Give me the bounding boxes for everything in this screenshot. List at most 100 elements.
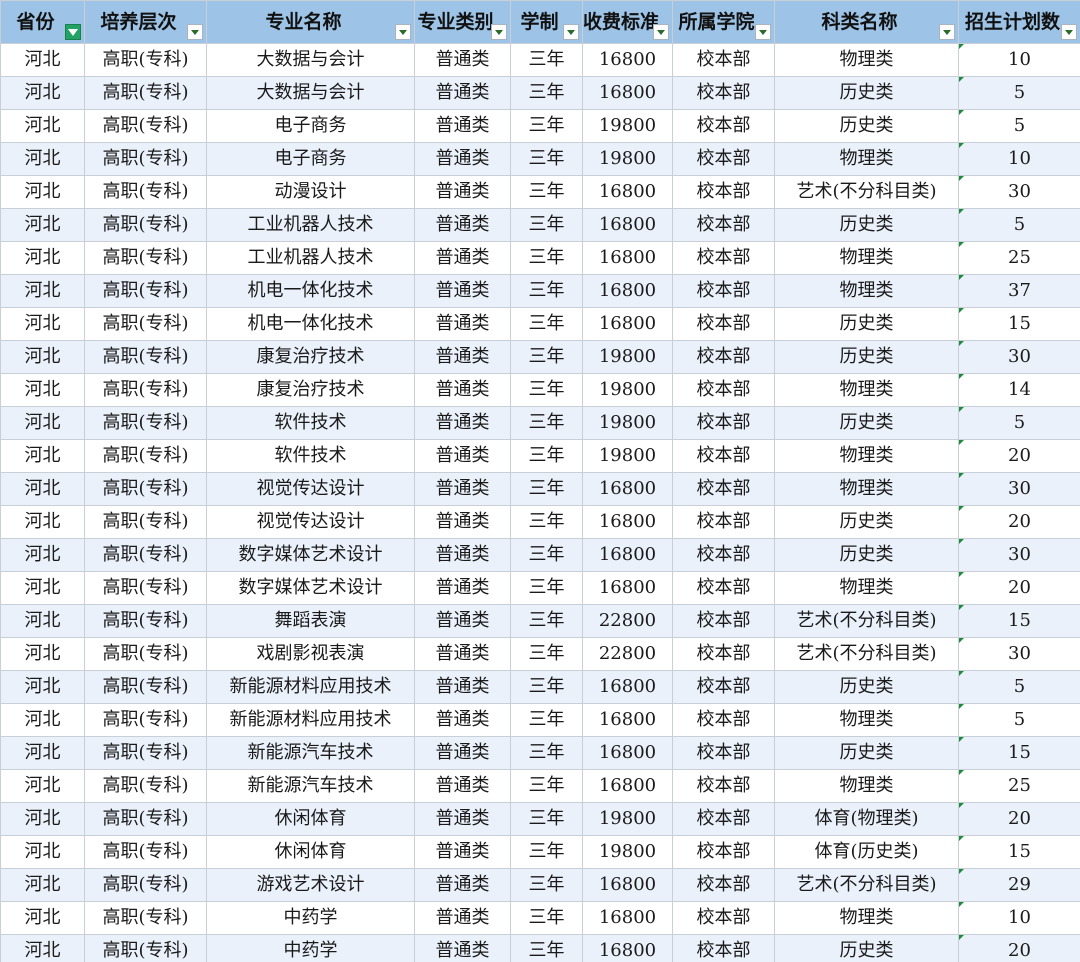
table-cell[interactable]: 校本部 (672, 175, 775, 209)
table-cell[interactable]: 20 (958, 571, 1080, 605)
table-cell[interactable]: 数字媒体艺术设计 (206, 538, 415, 572)
table-cell[interactable]: 校本部 (672, 373, 775, 407)
table-cell[interactable]: 校本部 (672, 307, 775, 341)
table-cell[interactable]: 物理类 (774, 373, 959, 407)
table-cell[interactable]: 河北 (0, 472, 85, 506)
filter-dropdown-icon[interactable] (653, 24, 669, 40)
table-cell[interactable]: 高职(专科) (84, 307, 207, 341)
table-cell[interactable]: 高职(专科) (84, 406, 207, 440)
table-cell[interactable]: 16800 (582, 670, 673, 704)
table-cell[interactable]: 16800 (582, 43, 673, 77)
table-cell[interactable]: 普通类 (414, 670, 511, 704)
table-cell[interactable]: 校本部 (672, 769, 775, 803)
table-cell[interactable]: 三年 (510, 868, 583, 902)
table-cell[interactable]: 电子商务 (206, 142, 415, 176)
table-cell[interactable]: 体育(物理类) (774, 802, 959, 836)
table-cell[interactable]: 校本部 (672, 241, 775, 275)
table-cell[interactable]: 30 (958, 472, 1080, 506)
table-cell[interactable]: 高职(专科) (84, 835, 207, 869)
table-cell[interactable]: 5 (958, 76, 1080, 110)
table-cell[interactable]: 休闲体育 (206, 802, 415, 836)
table-cell[interactable]: 普通类 (414, 571, 511, 605)
table-cell[interactable]: 16800 (582, 241, 673, 275)
table-cell[interactable]: 20 (958, 439, 1080, 473)
table-cell[interactable]: 高职(专科) (84, 934, 207, 962)
table-cell[interactable]: 普通类 (414, 934, 511, 962)
filter-dropdown-icon[interactable] (563, 24, 579, 40)
table-cell[interactable]: 普通类 (414, 208, 511, 242)
table-cell[interactable]: 30 (958, 340, 1080, 374)
table-cell[interactable]: 校本部 (672, 208, 775, 242)
table-cell[interactable]: 三年 (510, 637, 583, 671)
table-cell[interactable]: 游戏艺术设计 (206, 868, 415, 902)
column-header[interactable]: 专业名称 (206, 0, 415, 44)
table-cell[interactable]: 河北 (0, 175, 85, 209)
table-cell[interactable]: 5 (958, 406, 1080, 440)
column-header[interactable]: 培养层次 (84, 0, 207, 44)
table-cell[interactable]: 5 (958, 670, 1080, 704)
table-cell[interactable]: 历史类 (774, 505, 959, 539)
table-cell[interactable]: 河北 (0, 868, 85, 902)
table-cell[interactable]: 河北 (0, 142, 85, 176)
table-cell[interactable]: 历史类 (774, 109, 959, 143)
table-cell[interactable]: 三年 (510, 670, 583, 704)
table-cell[interactable]: 普通类 (414, 109, 511, 143)
table-cell[interactable]: 14 (958, 373, 1080, 407)
table-cell[interactable]: 高职(专科) (84, 505, 207, 539)
table-cell[interactable]: 三年 (510, 76, 583, 110)
table-cell[interactable]: 16800 (582, 472, 673, 506)
table-cell[interactable]: 物理类 (774, 472, 959, 506)
table-cell[interactable]: 河北 (0, 736, 85, 770)
table-cell[interactable]: 普通类 (414, 439, 511, 473)
table-cell[interactable]: 艺术(不分科目类) (774, 604, 959, 638)
table-cell[interactable]: 校本部 (672, 604, 775, 638)
table-cell[interactable]: 河北 (0, 373, 85, 407)
table-cell[interactable]: 舞蹈表演 (206, 604, 415, 638)
table-cell[interactable]: 高职(专科) (84, 208, 207, 242)
table-cell[interactable]: 5 (958, 703, 1080, 737)
table-cell[interactable]: 16800 (582, 505, 673, 539)
table-cell[interactable]: 河北 (0, 406, 85, 440)
table-cell[interactable]: 普通类 (414, 703, 511, 737)
filter-dropdown-icon[interactable] (1061, 24, 1077, 40)
table-cell[interactable]: 19800 (582, 340, 673, 374)
table-cell[interactable]: 物理类 (774, 769, 959, 803)
table-cell[interactable]: 16800 (582, 901, 673, 935)
table-cell[interactable]: 历史类 (774, 76, 959, 110)
table-cell[interactable]: 河北 (0, 604, 85, 638)
table-cell[interactable]: 康复治疗技术 (206, 340, 415, 374)
filter-active-icon[interactable] (65, 24, 81, 40)
table-cell[interactable]: 普通类 (414, 43, 511, 77)
table-cell[interactable]: 河北 (0, 934, 85, 962)
table-cell[interactable]: 高职(专科) (84, 703, 207, 737)
table-cell[interactable]: 20 (958, 802, 1080, 836)
table-cell[interactable]: 动漫设计 (206, 175, 415, 209)
table-cell[interactable]: 历史类 (774, 307, 959, 341)
table-cell[interactable]: 三年 (510, 241, 583, 275)
table-cell[interactable]: 16800 (582, 934, 673, 962)
table-cell[interactable]: 普通类 (414, 142, 511, 176)
table-cell[interactable]: 20 (958, 505, 1080, 539)
table-cell[interactable]: 三年 (510, 604, 583, 638)
filter-dropdown-icon[interactable] (395, 24, 411, 40)
table-cell[interactable]: 物理类 (774, 901, 959, 935)
table-cell[interactable]: 工业机器人技术 (206, 208, 415, 242)
table-cell[interactable]: 休闲体育 (206, 835, 415, 869)
table-cell[interactable]: 校本部 (672, 538, 775, 572)
table-cell[interactable]: 高职(专科) (84, 76, 207, 110)
table-cell[interactable]: 普通类 (414, 274, 511, 308)
table-cell[interactable]: 河北 (0, 703, 85, 737)
filter-dropdown-icon[interactable] (491, 24, 507, 40)
table-cell[interactable]: 河北 (0, 637, 85, 671)
table-cell[interactable]: 22800 (582, 637, 673, 671)
table-cell[interactable]: 三年 (510, 934, 583, 962)
table-cell[interactable]: 三年 (510, 439, 583, 473)
table-cell[interactable]: 校本部 (672, 109, 775, 143)
table-cell[interactable]: 艺术(不分科目类) (774, 868, 959, 902)
table-cell[interactable]: 校本部 (672, 736, 775, 770)
column-header[interactable]: 学制 (510, 0, 583, 44)
table-cell[interactable]: 软件技术 (206, 406, 415, 440)
table-cell[interactable]: 艺术(不分科目类) (774, 637, 959, 671)
table-cell[interactable]: 校本部 (672, 934, 775, 962)
table-cell[interactable]: 37 (958, 274, 1080, 308)
